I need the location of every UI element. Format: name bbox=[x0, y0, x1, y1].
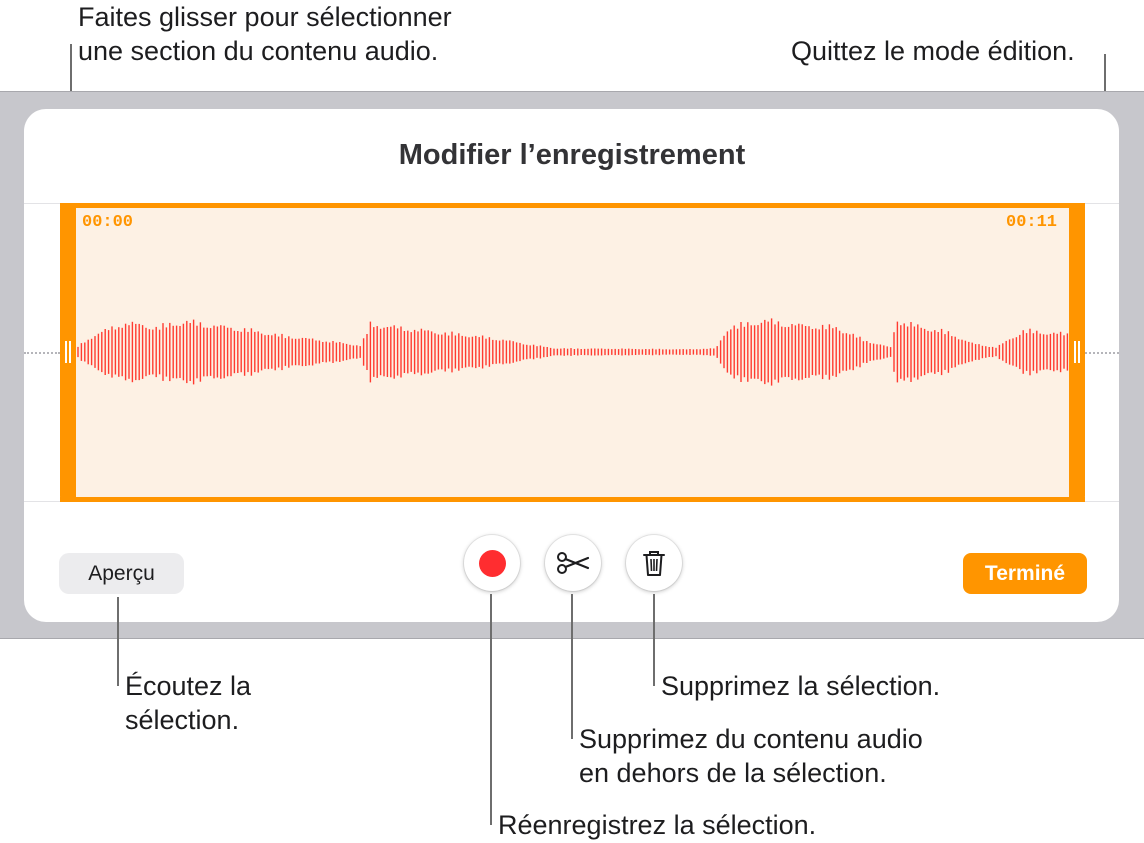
callout-trim-line2: en dehors de la sélection. bbox=[579, 758, 887, 788]
leader-listen bbox=[117, 597, 119, 686]
sheet-title: Modifier l’enregistrement bbox=[398, 139, 746, 171]
end-time: 00:11 bbox=[1006, 213, 1058, 232]
callout-listen-line1: Écoutez la bbox=[125, 671, 252, 701]
trim-button[interactable] bbox=[545, 535, 601, 591]
callout-trim: Supprimez du contenu audio en dehors de … bbox=[579, 722, 923, 790]
leader-trim bbox=[571, 594, 573, 739]
callout-drag: Faites glisser pour sélectionner une sec… bbox=[78, 0, 452, 68]
grip-left-icon bbox=[65, 341, 71, 363]
callout-listen-line2: sélection. bbox=[125, 705, 240, 735]
callout-quit: Quittez le mode édition. bbox=[791, 36, 1075, 66]
callout-delete: Supprimez la sélection. bbox=[661, 671, 941, 701]
record-icon bbox=[478, 549, 506, 577]
callout-listen: Écoutez la sélection. bbox=[125, 669, 251, 737]
callout-drag-line1: Faites glisser pour sélectionner bbox=[78, 2, 452, 32]
record-button[interactable] bbox=[464, 535, 520, 591]
trash-icon bbox=[643, 550, 665, 576]
center-line-left bbox=[24, 352, 60, 354]
callout-trim-line1: Supprimez du contenu audio bbox=[579, 724, 923, 754]
leader-delete bbox=[653, 594, 655, 686]
leader-rerecord bbox=[490, 594, 492, 825]
grip-right-icon bbox=[1074, 341, 1080, 363]
callout-rerecord: Réenregistrez la sélection. bbox=[498, 810, 817, 840]
waveform bbox=[77, 318, 1069, 386]
callout-drag-line2: une section du contenu audio. bbox=[78, 36, 439, 66]
scissors-icon bbox=[557, 552, 590, 574]
center-line-right bbox=[1085, 352, 1119, 354]
delete-button[interactable] bbox=[626, 535, 682, 591]
start-time: 00:00 bbox=[82, 213, 134, 232]
done-button[interactable]: Terminé bbox=[963, 553, 1087, 594]
preview-button[interactable]: Aperçu bbox=[59, 553, 184, 594]
